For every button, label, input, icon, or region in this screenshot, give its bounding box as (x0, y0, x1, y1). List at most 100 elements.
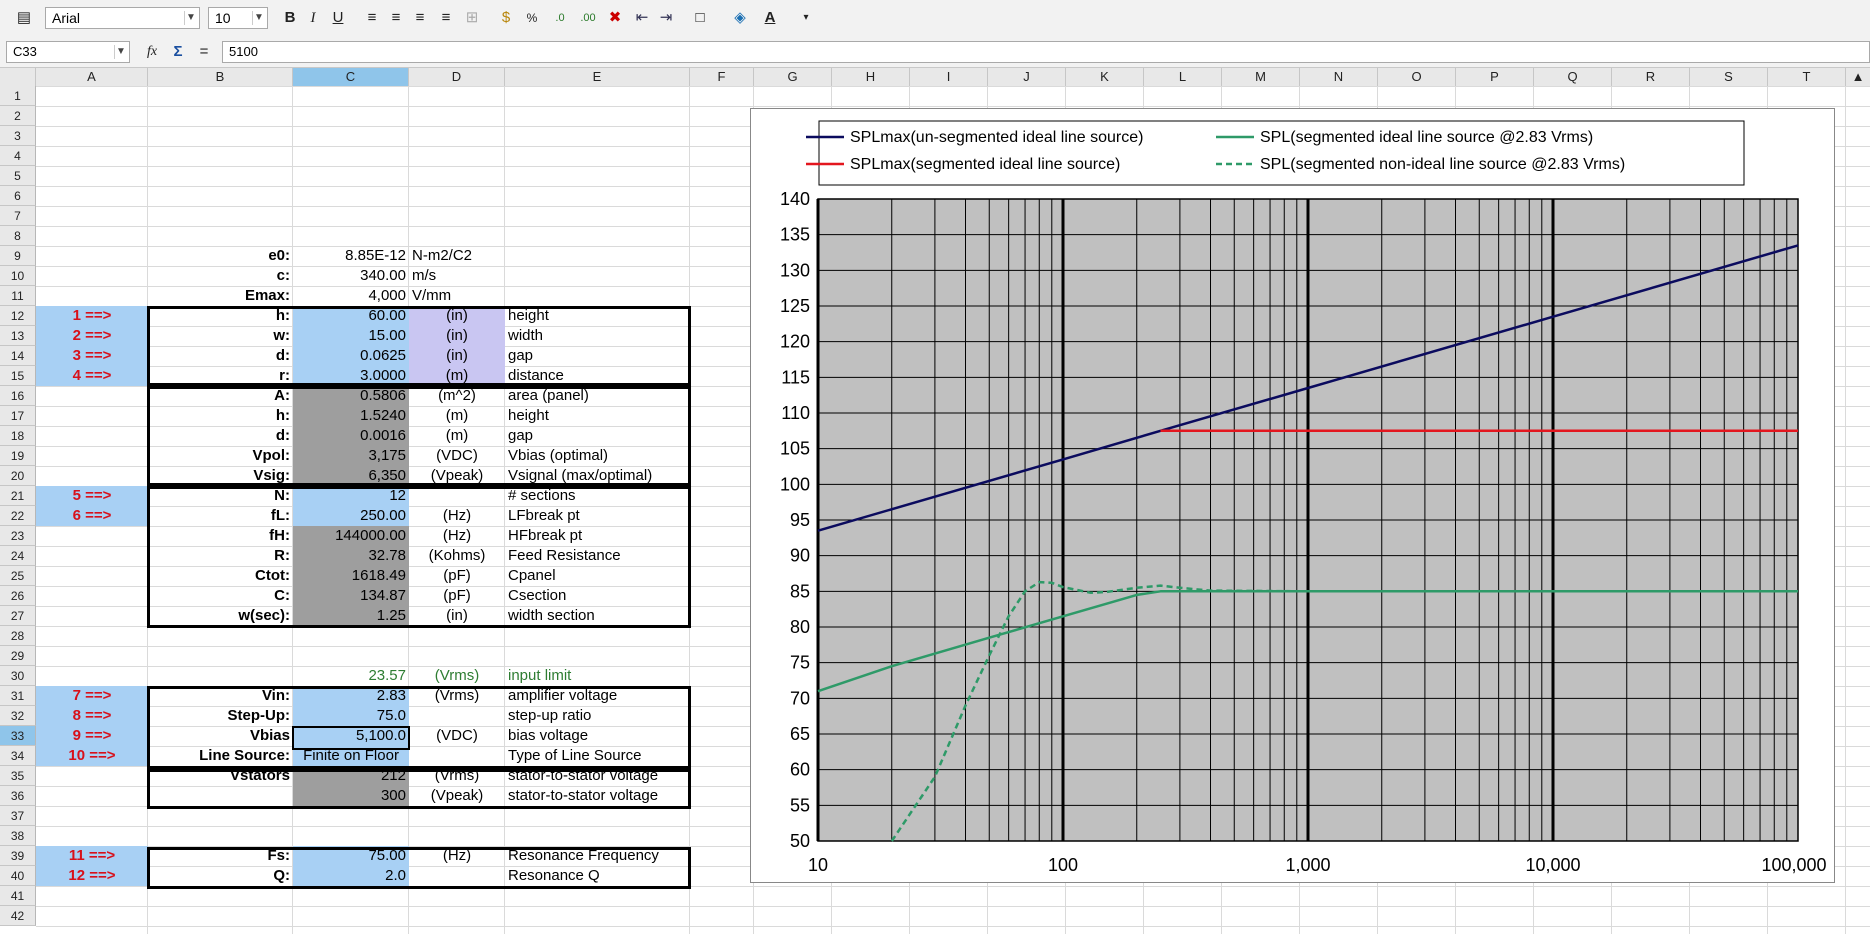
cell-b11[interactable]: Emax: (148, 286, 293, 306)
row-header[interactable]: 25 (0, 566, 36, 586)
cell-c40[interactable]: 2.0 (293, 866, 409, 886)
row-header[interactable]: 30 (0, 666, 36, 686)
row-header[interactable]: 2 (0, 106, 36, 126)
cell-e20[interactable]: Vsignal (max/optimal) (505, 466, 690, 486)
row-header[interactable]: 5 (0, 166, 36, 186)
cell-d27[interactable]: (in) (409, 606, 505, 626)
cell-e17[interactable]: height (505, 406, 690, 426)
percent-icon[interactable]: % (522, 8, 542, 28)
cell-e18[interactable]: gap (505, 426, 690, 446)
row-header[interactable]: 8 (0, 226, 36, 246)
cell-c36[interactable]: 300 (293, 786, 409, 806)
chevron-down-icon[interactable]: ▼ (252, 11, 265, 25)
function-wizard-icon[interactable]: fx (142, 42, 162, 62)
cell-b25[interactable]: Ctot: (148, 566, 293, 586)
number-format-icon[interactable]: .0 (550, 8, 570, 28)
merge-cells-icon[interactable]: ⊞ (462, 8, 482, 28)
column-header[interactable]: B (148, 68, 293, 86)
background-color-icon[interactable]: ◈ (730, 8, 750, 28)
row-header[interactable]: 21 (0, 486, 36, 506)
cell-d30[interactable]: (Vrms) (409, 666, 505, 686)
formula-input[interactable]: 5100 (222, 41, 1870, 63)
cell-e33[interactable]: bias voltage (505, 726, 690, 746)
underline-button[interactable]: U (328, 8, 348, 28)
justify-icon[interactable]: ≡ (436, 8, 456, 28)
name-box[interactable]: C33 ▼ (6, 41, 130, 63)
cell-b27[interactable]: w(sec): (148, 606, 293, 626)
cell-d34[interactable] (409, 746, 505, 766)
row-header[interactable]: 6 (0, 186, 36, 206)
sum-icon[interactable]: Σ (168, 42, 188, 62)
row-header[interactable]: 11 (0, 286, 36, 306)
cell-d15[interactable]: (m) (409, 366, 505, 386)
row-header[interactable]: 42 (0, 906, 36, 926)
cell-e16[interactable]: area (panel) (505, 386, 690, 406)
font-name-box[interactable]: Arial ▼ (45, 7, 200, 29)
cell-d20[interactable]: (Vpeak) (409, 466, 505, 486)
row-header[interactable]: 29 (0, 646, 36, 666)
cell-e34[interactable]: Type of Line Source (505, 746, 690, 766)
cell-b17[interactable]: h: (148, 406, 293, 426)
cell-c14[interactable]: 0.0625 (293, 346, 409, 366)
cell-d39[interactable]: (Hz) (409, 846, 505, 866)
column-header[interactable]: N (1300, 68, 1378, 86)
cell-b34[interactable]: Line Source: (148, 746, 293, 766)
row-header[interactable]: 22 (0, 506, 36, 526)
cell-d22[interactable]: (Hz) (409, 506, 505, 526)
cell-b22[interactable]: fL: (148, 506, 293, 526)
borders-icon[interactable]: □ (690, 8, 710, 28)
cell-a31[interactable]: 7 ==> (36, 686, 148, 706)
cell-b9[interactable]: e0: (148, 246, 293, 266)
cell-e23[interactable]: HFbreak pt (505, 526, 690, 546)
row-header[interactable]: 32 (0, 706, 36, 726)
cell-c20[interactable]: 6,350 (293, 466, 409, 486)
decrease-indent-icon[interactable]: ⇤ (632, 8, 652, 28)
cell-e32[interactable]: step-up ratio (505, 706, 690, 726)
cell-c35[interactable]: 212 (293, 766, 409, 786)
cell-e25[interactable]: Cpanel (505, 566, 690, 586)
row-header[interactable]: 23 (0, 526, 36, 546)
row-header[interactable]: 13 (0, 326, 36, 346)
row-header[interactable]: 27 (0, 606, 36, 626)
cell-d17[interactable]: (m) (409, 406, 505, 426)
cell-c9[interactable]: 8.85E-12 (293, 246, 409, 266)
font-color-icon[interactable]: A (760, 8, 780, 28)
column-header[interactable]: A (36, 68, 148, 86)
row-header[interactable]: 15 (0, 366, 36, 386)
cell-a21[interactable]: 5 ==> (36, 486, 148, 506)
cell-d16[interactable]: (m^2) (409, 386, 505, 406)
cell-e40[interactable]: Resonance Q (505, 866, 690, 886)
row-header[interactable]: 3 (0, 126, 36, 146)
cell-b32[interactable]: Step-Up: (148, 706, 293, 726)
scrollbar-up-arrow[interactable]: ▲ (1846, 68, 1870, 86)
cell-b12[interactable]: h: (148, 306, 293, 326)
cell-e19[interactable]: Vbias (optimal) (505, 446, 690, 466)
cell-b21[interactable]: N: (148, 486, 293, 506)
cell-b20[interactable]: Vsig: (148, 466, 293, 486)
cell-a33[interactable]: 9 ==> (36, 726, 148, 746)
cell-c39[interactable]: 75.00 (293, 846, 409, 866)
delete-decimal-icon[interactable]: ✖ (605, 8, 625, 28)
italic-button[interactable]: I (303, 8, 323, 28)
cell-e36[interactable]: stator-to-stator voltage (505, 786, 690, 806)
cell-c25[interactable]: 1618.49 (293, 566, 409, 586)
cell-d13[interactable]: (in) (409, 326, 505, 346)
cell-b15[interactable]: r: (148, 366, 293, 386)
cell-c13[interactable]: 15.00 (293, 326, 409, 346)
cell-b19[interactable]: Vpol: (148, 446, 293, 466)
cell-c22[interactable]: 250.00 (293, 506, 409, 526)
cell-c10[interactable]: 340.00 (293, 266, 409, 286)
column-header[interactable]: E (505, 68, 690, 86)
column-header[interactable]: T (1768, 68, 1846, 86)
cell-e30[interactable]: input limit (505, 666, 690, 686)
row-header[interactable]: 36 (0, 786, 36, 806)
cell-c27[interactable]: 1.25 (293, 606, 409, 626)
row-header[interactable]: 7 (0, 206, 36, 226)
row-header[interactable]: 31 (0, 686, 36, 706)
row-header[interactable]: 14 (0, 346, 36, 366)
cell-c16[interactable]: 0.5806 (293, 386, 409, 406)
column-header[interactable]: Q (1534, 68, 1612, 86)
cell-e27[interactable]: width section (505, 606, 690, 626)
cell-c24[interactable]: 32.78 (293, 546, 409, 566)
formula-icon[interactable]: = (194, 42, 214, 62)
